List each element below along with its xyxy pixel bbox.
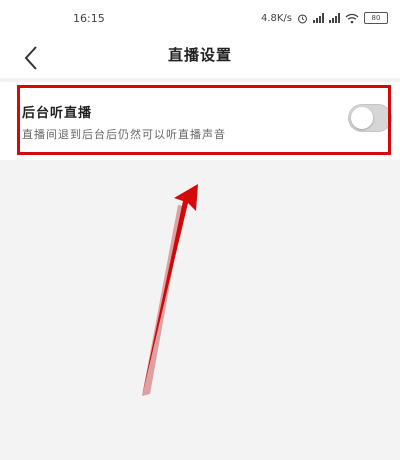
- status-time: 16:15: [73, 12, 105, 25]
- status-bar: 16:15 4.8K/s 80: [0, 0, 400, 38]
- signal-icon-1: [313, 13, 324, 23]
- net-speed: 4.8K/s: [260, 12, 292, 24]
- background-listen-toggle[interactable]: [348, 104, 392, 132]
- setting-description: 直播间退到后台后仍然可以听直播声音: [22, 128, 226, 141]
- status-icons: 4.8K/s 80: [261, 11, 388, 25]
- signal-icon-2: [329, 13, 340, 23]
- nav-header: 直播设置: [0, 38, 400, 78]
- setting-row-background-listen: 后台听直播 直播间退到后台后仍然可以听直播声音: [0, 82, 400, 160]
- wifi-icon: [345, 13, 359, 23]
- battery-icon: 80: [364, 12, 388, 24]
- alarm-icon: [298, 13, 307, 23]
- toggle-knob: [351, 107, 373, 129]
- page-title: 直播设置: [167, 46, 232, 64]
- setting-title: 后台听直播: [22, 106, 93, 121]
